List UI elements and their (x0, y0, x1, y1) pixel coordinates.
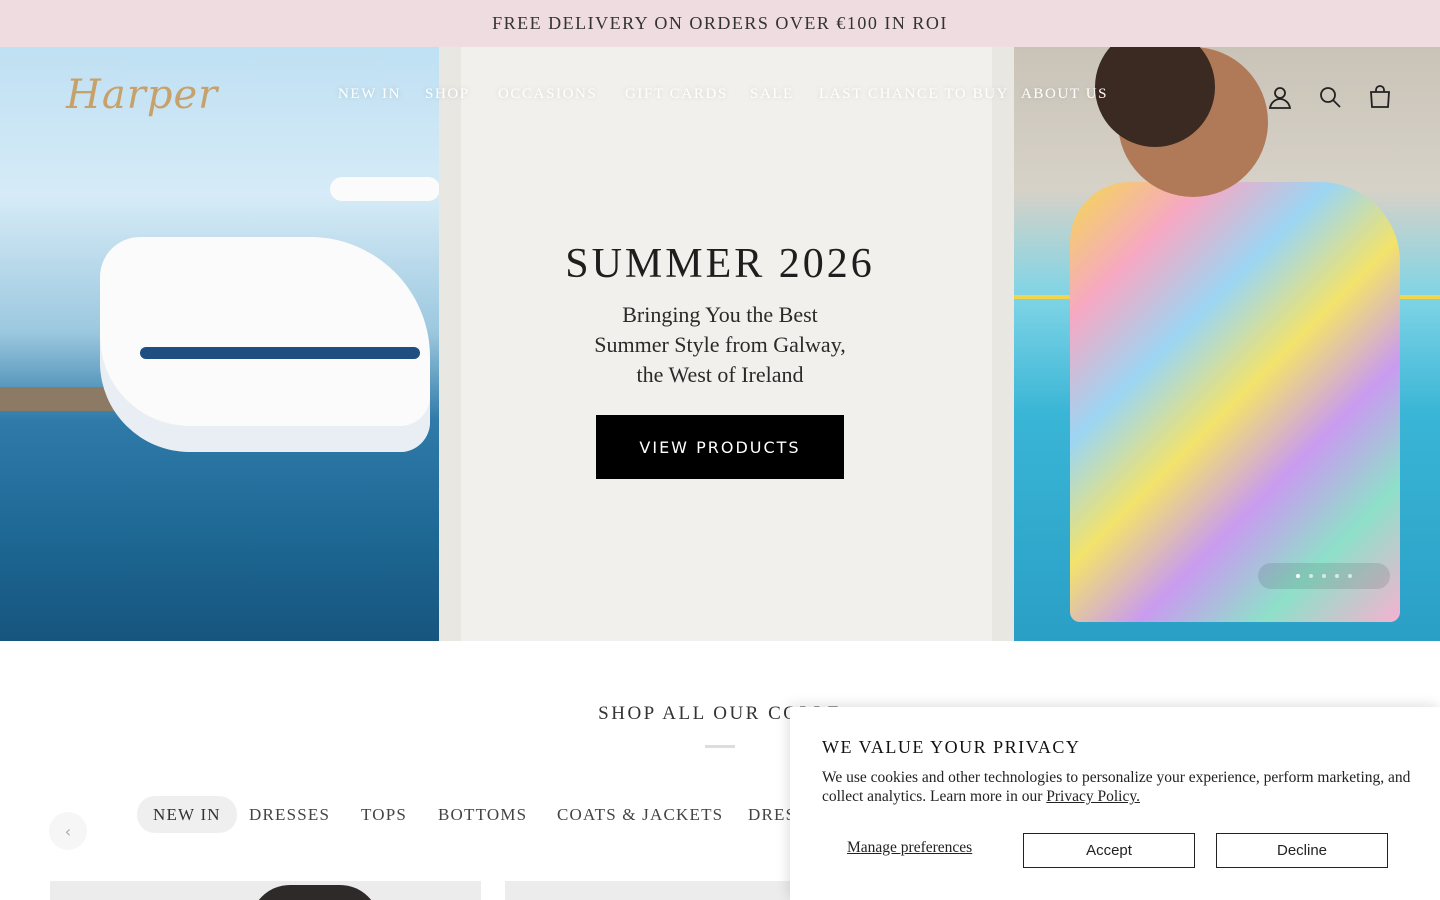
tab-dresses[interactable]: DRESSES (233, 796, 346, 833)
privacy-policy-link[interactable]: Privacy Policy. (1046, 788, 1140, 805)
tab-tops[interactable]: TOPS (345, 796, 423, 833)
cookie-title: WE VALUE YOUR PRIVACY (822, 737, 1081, 757)
announcement-bar: FREE DELIVERY ON ORDERS OVER €100 IN ROI (0, 0, 1440, 47)
hero-subtitle-line: Summer Style from Galway, (594, 332, 846, 357)
tab-coats-jackets[interactable]: COATS & JACKETS (541, 796, 739, 833)
nav-sale[interactable]: SALE (750, 86, 794, 103)
search-icon[interactable] (1317, 84, 1343, 110)
product-card-image[interactable] (50, 881, 481, 900)
nav-occasions[interactable]: OCCASIONS (498, 86, 597, 103)
cookie-banner: WE VALUE YOUR PRIVACY We use cookies and… (790, 707, 1440, 900)
hero-image-model (992, 47, 1440, 641)
slide-dot[interactable] (1322, 574, 1326, 578)
chevron-left-icon: ‹ (64, 821, 72, 841)
cart-icon[interactable] (1367, 84, 1393, 110)
nav-new-in[interactable]: NEW IN (338, 86, 401, 103)
hero-title: SUMMER 2026 (565, 241, 875, 287)
heading-divider (705, 745, 735, 748)
nav-about-us[interactable]: ABOUT US (1021, 86, 1108, 103)
accept-button[interactable]: Accept (1023, 833, 1195, 868)
hero-image-yacht (0, 47, 461, 641)
nav-shop[interactable]: SHOP (425, 86, 470, 103)
decline-button[interactable]: Decline (1216, 833, 1388, 868)
tab-bottoms[interactable]: BOTTOMS (422, 796, 543, 833)
nav-last-chance[interactable]: LAST CHANCE TO BUY (819, 86, 1009, 103)
slide-dot[interactable] (1335, 574, 1339, 578)
slide-dot[interactable] (1348, 574, 1352, 578)
nav-gift-cards[interactable]: GIFT CARDS (625, 86, 728, 103)
hero-subtitle-line: the West of Ireland (636, 362, 804, 387)
logo[interactable]: Harper (66, 72, 218, 118)
hero-subtitle: Bringing You the Best Summer Style from … (520, 300, 920, 390)
cookie-text: We use cookies and other technologies to… (822, 768, 1422, 806)
carousel-prev-button[interactable]: ‹ (49, 812, 87, 850)
view-products-button[interactable]: VIEW PRODUCTS (596, 415, 844, 479)
hero-subtitle-line: Bringing You the Best (622, 302, 818, 327)
account-icon[interactable] (1267, 84, 1293, 110)
slideshow-dots (1258, 563, 1390, 589)
tab-new-in[interactable]: NEW IN (137, 796, 237, 833)
product-card-image[interactable] (505, 881, 795, 900)
slide-dot[interactable] (1296, 574, 1300, 578)
manage-preferences-link[interactable]: Manage preferences (847, 839, 972, 857)
announcement-text: FREE DELIVERY ON ORDERS OVER €100 IN ROI (492, 13, 948, 33)
slide-dot[interactable] (1309, 574, 1313, 578)
